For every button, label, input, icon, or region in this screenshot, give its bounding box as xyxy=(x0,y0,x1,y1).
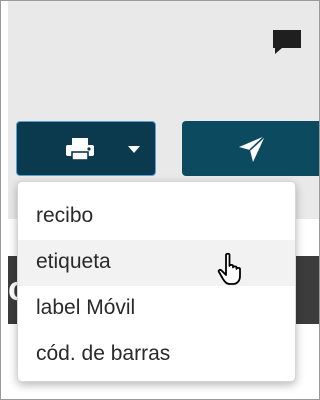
menu-item-cod-de-barras[interactable]: cód. de barras xyxy=(18,332,295,378)
paper-plane-icon xyxy=(239,135,266,162)
menu-item-recibo[interactable]: recibo xyxy=(18,194,295,240)
send-button[interactable] xyxy=(182,121,319,176)
menu-item-label-movil[interactable]: label Móvil xyxy=(18,286,295,332)
print-dropdown-button[interactable] xyxy=(16,121,156,176)
menu-item-etiqueta[interactable]: etiqueta xyxy=(18,240,295,286)
caret-down-icon xyxy=(128,146,140,153)
app-frame: c recibo etiqueta label Móvil cód. de ba… xyxy=(0,0,320,400)
printer-icon xyxy=(66,138,94,161)
print-options-menu: recibo etiqueta label Móvil cód. de barr… xyxy=(17,181,296,382)
hand-pointer-icon xyxy=(217,252,241,285)
chat-bubble-icon[interactable] xyxy=(271,28,303,56)
